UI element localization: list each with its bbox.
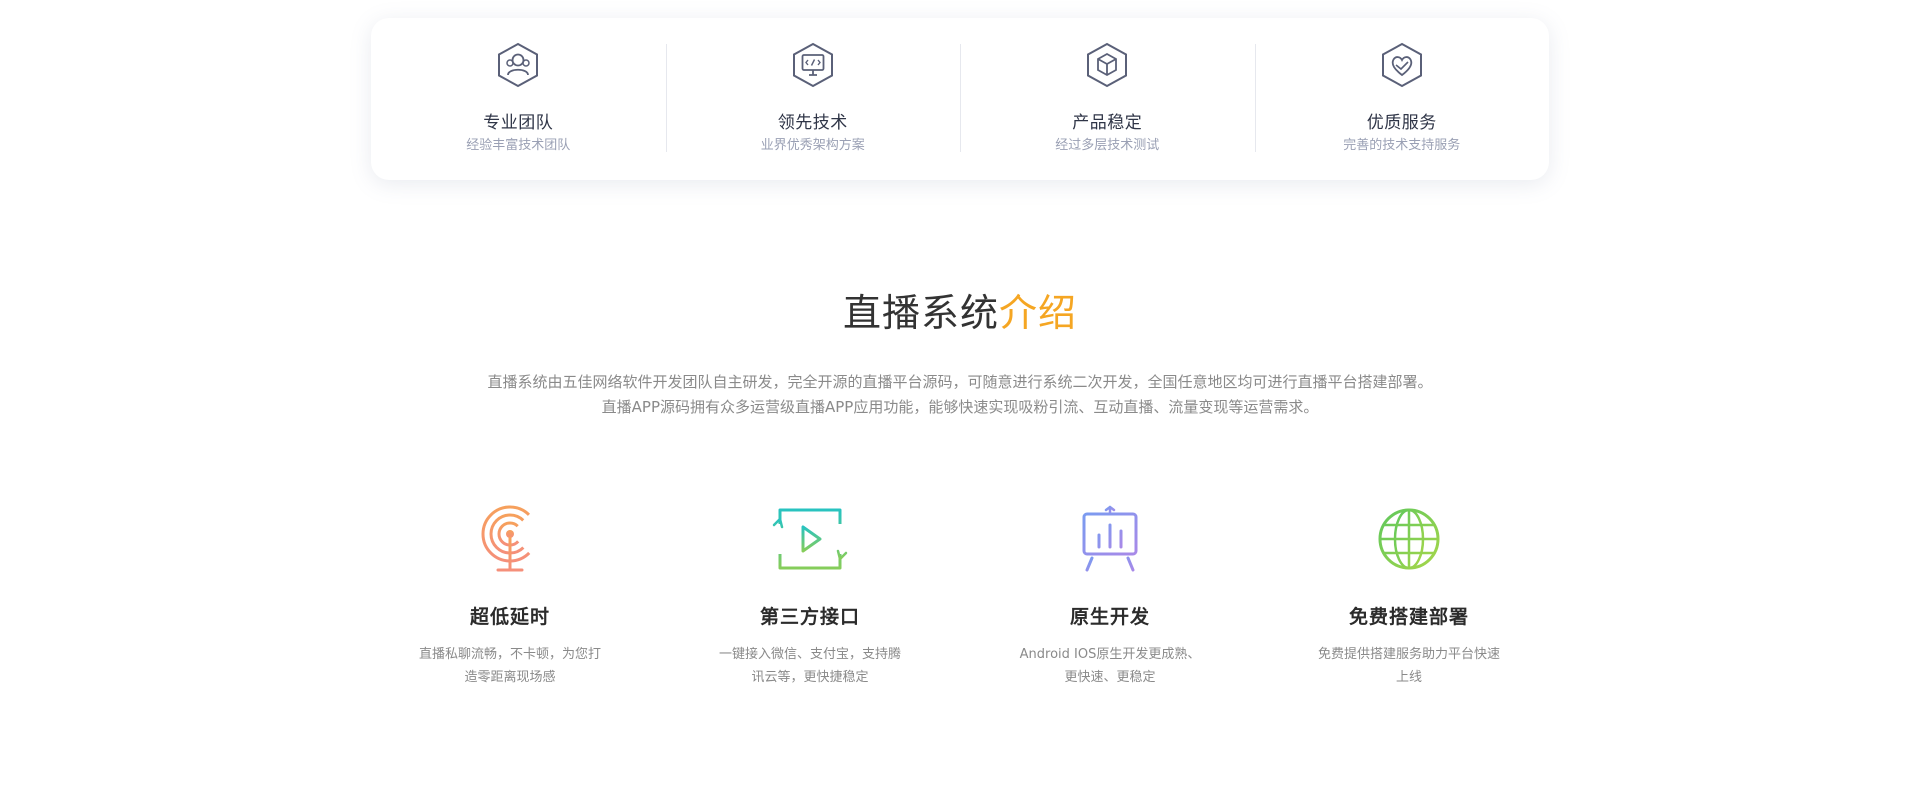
advantage-title: 第三方接口 bbox=[759, 606, 860, 628]
section-description: 直播系统由五佳网络软件开发团队自主研发，完全开源的直播平台源码，可随意进行系统二… bbox=[0, 370, 1920, 420]
feature-card: 专业团队 经验丰富技术团队 领先技术 业界优秀架构方案 产品稳定 经过多层技术测… bbox=[371, 18, 1549, 180]
globe-icon bbox=[1378, 508, 1440, 570]
feature-tech: 领先技术 业界优秀架构方案 bbox=[665, 18, 961, 180]
advantage-third-party: 第三方接口 一键接入微信、支付宝，支持腾讯云等，更快捷稳定 bbox=[710, 505, 910, 689]
feature-team: 专业团队 经验丰富技术团队 bbox=[371, 18, 666, 180]
feature-subtitle: 经验丰富技术团队 bbox=[466, 138, 571, 153]
advantage-title: 免费搭建部署 bbox=[1348, 606, 1469, 628]
section-title-main: 直播系统 bbox=[842, 291, 999, 335]
feature-stable: 产品稳定 经过多层技术测试 bbox=[960, 18, 1255, 180]
team-icon bbox=[498, 42, 539, 88]
feature-title: 产品稳定 bbox=[1072, 113, 1143, 133]
feature-subtitle: 经过多层技术测试 bbox=[1055, 138, 1160, 153]
advantage-native: 原生开发 Android IOS原生开发更成熟、更快速、更稳定 bbox=[1010, 505, 1210, 689]
cube-icon bbox=[1087, 42, 1128, 88]
feature-title: 优质服务 bbox=[1366, 113, 1437, 133]
description-line: 直播APP源码拥有众多运营级直播APP应用功能，能够快速实现吸粉引流、互动直播、… bbox=[601, 398, 1319, 416]
broadcast-tower-icon bbox=[481, 505, 539, 572]
section-title: 直播系统介绍 bbox=[0, 282, 1920, 337]
feature-service: 优质服务 完善的技术支持服务 bbox=[1254, 18, 1550, 180]
advantage-description: 直播私聊流畅，不卡顿，为您打造零距离现场感 bbox=[418, 647, 601, 685]
advantage-title: 原生开发 bbox=[1069, 606, 1150, 628]
advantage-description: Android IOS原生开发更成熟、更快速、更稳定 bbox=[1019, 647, 1201, 685]
advantage-description: 免费提供搭建服务助力平台快速上线 bbox=[1317, 647, 1500, 685]
code-monitor-icon bbox=[792, 42, 833, 88]
feature-subtitle: 完善的技术支持服务 bbox=[1343, 138, 1461, 153]
section-title-accent: 介绍 bbox=[999, 291, 1078, 335]
advantage-free-deploy: 免费搭建部署 免费提供搭建服务助力平台快速上线 bbox=[1309, 505, 1509, 689]
feature-title: 领先技术 bbox=[777, 113, 848, 133]
feature-title: 专业团队 bbox=[483, 113, 554, 133]
advantage-low-latency: 超低延时 直播私聊流畅，不卡顿，为您打造零距离现场感 bbox=[410, 505, 610, 689]
play-sync-icon bbox=[772, 508, 848, 570]
presentation-board-icon bbox=[1078, 505, 1142, 572]
advantage-title: 超低延时 bbox=[469, 606, 550, 628]
page: 专业团队 经验丰富技术团队 领先技术 业界优秀架构方案 产品稳定 经过多层技术测… bbox=[0, 0, 1920, 811]
feature-subtitle: 业界优秀架构方案 bbox=[760, 138, 865, 153]
description-line: 直播系统由五佳网络软件开发团队自主研发，完全开源的直播平台源码，可随意进行系统二… bbox=[487, 373, 1433, 391]
handshake-heart-icon bbox=[1381, 42, 1422, 88]
advantage-description: 一键接入微信、支付宝，支持腾讯云等，更快捷稳定 bbox=[718, 647, 901, 685]
